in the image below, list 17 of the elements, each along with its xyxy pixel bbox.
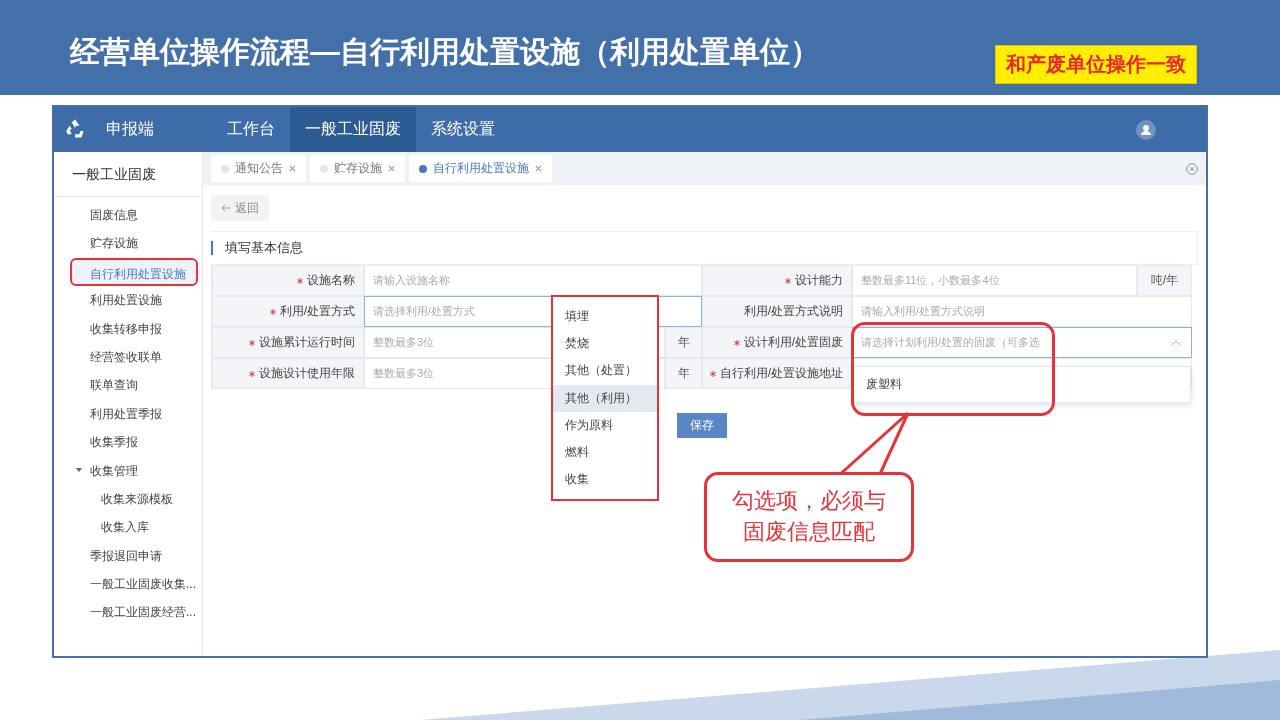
unit-label: 年 — [665, 327, 702, 358]
field-label-text: 利用/处置方式说明 — [743, 303, 843, 320]
field-label-text: 利用/处置方式 — [279, 303, 355, 320]
slide-title: 经营单位操作流程—自行利用处置设施（利用处置单位） — [70, 34, 820, 70]
callout-text: 勾选项，必须与固废信息匹配 — [732, 487, 886, 546]
unit-label: 吨/年 — [1137, 265, 1192, 296]
field-label-text: 设施设计使用年限 — [259, 365, 355, 382]
field-label-text: 自行利用/处置设施地址 — [719, 365, 843, 382]
unit-label: 年 — [665, 358, 702, 389]
field-label-text: 设计利用/处置固废 — [743, 334, 843, 351]
note-badge: 和产废单位操作一致 — [995, 45, 1197, 84]
field-label-text: 设计能力 — [795, 272, 843, 289]
field-label-text: 设施名称 — [307, 272, 355, 289]
sidebar-heading: 一般工业固废 — [54, 152, 202, 197]
field-label-text: 设施累计运行时间 — [259, 334, 355, 351]
app-brand: 申报端 — [106, 119, 155, 139]
section-title: 填写基本信息 — [225, 239, 303, 257]
